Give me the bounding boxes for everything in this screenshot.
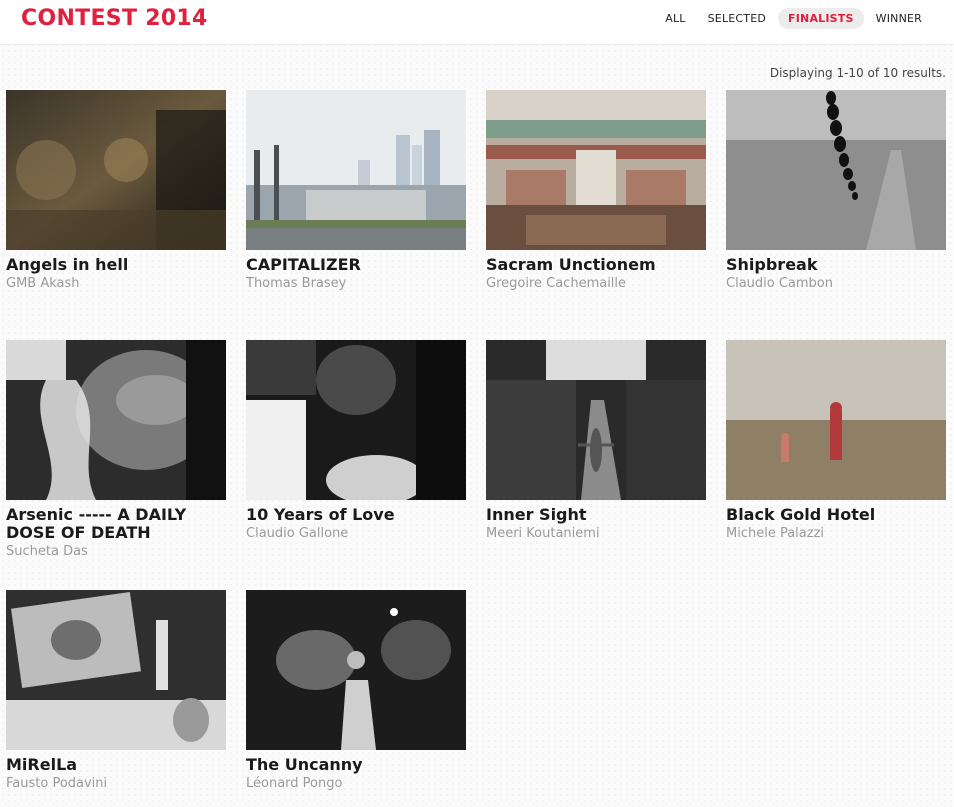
entry-author: Gregoire Cachemaille bbox=[486, 276, 627, 291]
nav-winner[interactable]: WINNER bbox=[866, 8, 932, 29]
entry-card: MiRelLa Fausto Podavini bbox=[6, 590, 226, 791]
entry-card: 10 Years of Love Claudio Gallone bbox=[246, 340, 466, 541]
entry-photo[interactable] bbox=[246, 340, 466, 500]
nav-all[interactable]: ALL bbox=[655, 8, 695, 29]
entry-photo[interactable] bbox=[726, 340, 946, 500]
entry-title[interactable]: The Uncanny bbox=[246, 756, 466, 774]
entry-author: Michele Palazzi bbox=[726, 526, 825, 541]
entry-title[interactable]: Shipbreak bbox=[726, 256, 946, 274]
entry-photo[interactable] bbox=[6, 340, 226, 500]
entry-title[interactable]: MiRelLa bbox=[6, 756, 226, 774]
entry-title[interactable]: Inner Sight bbox=[486, 506, 706, 524]
entry-card: Shipbreak Claudio Cambon bbox=[726, 90, 946, 291]
entry-author: Sucheta Das bbox=[6, 544, 88, 559]
entry-photo[interactable] bbox=[246, 90, 466, 250]
filter-nav: ALL SELECTED FINALISTS WINNER bbox=[653, 8, 932, 29]
entry-card: The Uncanny Léonard Pongo bbox=[246, 590, 466, 791]
entry-author: Léonard Pongo bbox=[246, 776, 343, 791]
entry-photo[interactable] bbox=[486, 90, 706, 250]
entry-photo[interactable] bbox=[486, 340, 706, 500]
entry-author: Fausto Podavini bbox=[6, 776, 108, 791]
entry-photo[interactable] bbox=[246, 590, 466, 750]
entry-title[interactable]: Black Gold Hotel bbox=[726, 506, 946, 524]
entry-card: Sacram Unctionem Gregoire Cachemaille bbox=[486, 90, 706, 291]
entry-card: Inner Sight Meeri Koutaniemi bbox=[486, 340, 706, 541]
entry-photo[interactable] bbox=[726, 90, 946, 250]
entry-title[interactable]: Sacram Unctionem bbox=[486, 256, 706, 274]
entry-title[interactable]: 10 Years of Love bbox=[246, 506, 466, 524]
entry-title[interactable]: Arsenic ----- A DAILY DOSE OF DEATH bbox=[6, 506, 226, 542]
entry-author: Claudio Cambon bbox=[726, 276, 833, 291]
nav-finalists[interactable]: FINALISTS bbox=[778, 8, 864, 29]
entry-author: GMB Akash bbox=[6, 276, 80, 291]
entry-title[interactable]: CAPITALIZER bbox=[246, 256, 466, 274]
nav-selected[interactable]: SELECTED bbox=[698, 8, 776, 29]
entry-card: CAPITALIZER Thomas Brasey bbox=[246, 90, 466, 291]
header: CONTEST 2014 ALL SELECTED FINALISTS WINN… bbox=[0, 0, 954, 45]
page: CONTEST 2014 ALL SELECTED FINALISTS WINN… bbox=[0, 0, 954, 807]
entry-author: Thomas Brasey bbox=[246, 276, 347, 291]
entry-card: Black Gold Hotel Michele Palazzi bbox=[726, 340, 946, 541]
site-logo[interactable]: CONTEST 2014 bbox=[21, 6, 208, 31]
entry-title[interactable]: Angels in hell bbox=[6, 256, 226, 274]
entry-photo[interactable] bbox=[6, 590, 226, 750]
entry-card: Arsenic ----- A DAILY DOSE OF DEATH Such… bbox=[6, 340, 226, 559]
entry-card: Angels in hell GMB Akash bbox=[6, 90, 226, 291]
entry-author: Meeri Koutaniemi bbox=[486, 526, 600, 541]
results-count: Displaying 1-10 of 10 results. bbox=[769, 66, 946, 80]
entry-photo[interactable] bbox=[6, 90, 226, 250]
entry-author: Claudio Gallone bbox=[246, 526, 349, 541]
